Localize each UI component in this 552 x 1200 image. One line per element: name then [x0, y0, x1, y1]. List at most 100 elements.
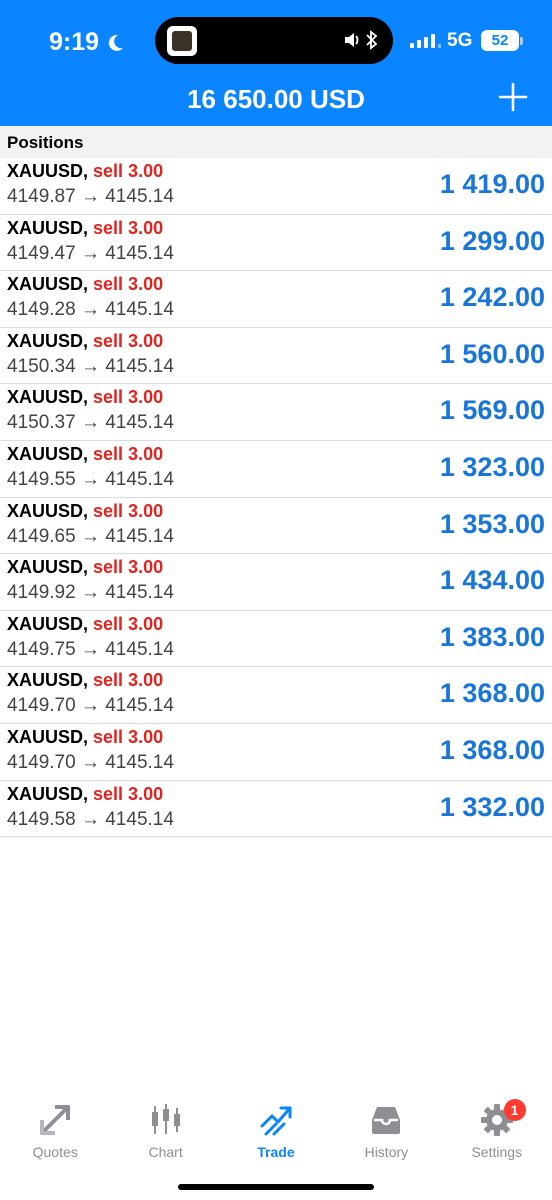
position-side: sell 3.00 — [93, 726, 164, 747]
position-side: sell 3.00 — [93, 330, 164, 351]
position-profit: 1 332.00 — [439, 791, 545, 822]
app-thumbnail-icon — [167, 26, 197, 56]
tab-history[interactable]: History — [331, 1090, 441, 1170]
position-profit: 1 323.00 — [439, 451, 545, 482]
position-prices: 4149.65 → 4145.14 — [7, 525, 174, 547]
position-row[interactable]: XAUUSD, sell 3.00 4149.87 → 4145.14 1 41… — [0, 158, 552, 215]
position-title: XAUUSD, sell 3.00 — [7, 614, 163, 635]
position-profit: 1 419.00 — [439, 169, 545, 199]
position-prices: 4149.87 → 4145.14 — [7, 186, 174, 207]
position-row[interactable]: XAUUSD, sell 3.00 4149.28 → 4145.14 1 24… — [0, 271, 552, 328]
signal-strength-icon — [410, 32, 441, 48]
position-side: sell 3.00 — [93, 161, 164, 181]
position-symbol: XAUUSD, — [7, 557, 89, 578]
add-order-button[interactable] — [496, 80, 530, 114]
position-side: sell 3.00 — [93, 670, 164, 691]
position-row[interactable]: XAUUSD, sell 3.00 4150.34 → 4145.14 1 56… — [0, 327, 552, 385]
inbox-icon — [372, 1107, 401, 1134]
position-side: sell 3.00 — [93, 613, 164, 634]
position-symbol: XAUUSD, — [7, 613, 89, 634]
position-row[interactable]: XAUUSD, sell 3.00 4149.75 → 4145.14 1 38… — [0, 610, 552, 668]
position-profit: 1 560.00 — [439, 338, 545, 369]
settings-badge: 1 — [503, 1099, 526, 1121]
position-symbol: XAUUSD, — [7, 217, 89, 238]
position-side: sell 3.00 — [93, 557, 164, 578]
position-row[interactable]: XAUUSD, sell 3.00 4149.65 → 4145.14 1 35… — [0, 497, 552, 555]
trade-icon — [260, 1106, 292, 1136]
app-header: 9:19 5G 52 16 650.00 USD — [0, 0, 552, 126]
position-title: XAUUSD, sell 3.00 — [7, 501, 163, 522]
position-symbol: XAUUSD, — [7, 670, 89, 691]
positions-section-header: Positions — [0, 126, 552, 158]
position-profit: 1 383.00 — [439, 621, 545, 652]
position-prices: 4149.92 → 4145.14 — [7, 582, 174, 604]
tab-chart-label: Chart — [148, 1144, 183, 1160]
position-prices: 4150.37 → 4145.14 — [7, 412, 174, 434]
position-prices: 4149.75 → 4145.14 — [7, 638, 174, 660]
position-side: sell 3.00 — [93, 387, 164, 408]
position-side: sell 3.00 — [93, 443, 164, 464]
position-row[interactable]: XAUUSD, sell 3.00 4149.47 → 4145.14 1 29… — [0, 214, 552, 272]
status-time-text: 9:19 — [49, 28, 100, 56]
position-prices: 4149.47 → 4145.14 — [7, 242, 174, 264]
position-row[interactable]: XAUUSD, sell 3.00 4149.70 → 4145.14 1 36… — [0, 723, 552, 781]
position-profit: 1 368.00 — [439, 734, 545, 765]
moon-icon — [108, 34, 124, 51]
position-symbol: XAUUSD, — [7, 726, 89, 747]
position-title: XAUUSD, sell 3.00 — [7, 161, 163, 182]
island-icons — [343, 29, 379, 51]
positions-list: XAUUSD, sell 3.00 4149.87 → 4145.14 1 41… — [0, 158, 552, 838]
position-row[interactable]: XAUUSD, sell 3.00 4149.92 → 4145.14 1 43… — [0, 554, 552, 611]
position-title: XAUUSD, sell 3.00 — [7, 444, 163, 465]
position-profit: 1 434.00 — [439, 565, 545, 596]
dynamic-island — [155, 17, 393, 64]
position-symbol: XAUUSD, — [7, 443, 89, 464]
tab-quotes[interactable]: Quotes — [0, 1090, 110, 1170]
candlestick-icon — [151, 1104, 180, 1134]
position-symbol: XAUUSD, — [7, 274, 89, 295]
position-side: sell 3.00 — [93, 783, 164, 804]
position-title: XAUUSD, sell 3.00 — [7, 331, 163, 352]
position-prices: 4149.58 → 4145.14 — [7, 808, 174, 830]
position-symbol: XAUUSD, — [7, 161, 89, 181]
position-symbol: XAUUSD, — [7, 783, 89, 804]
tab-quotes-label: Quotes — [32, 1144, 78, 1160]
network-type: 5G — [447, 30, 473, 51]
position-row[interactable]: XAUUSD, sell 3.00 4149.58 → 4145.14 1 33… — [0, 780, 552, 838]
battery-cap — [520, 37, 523, 45]
position-prices: 4150.34 → 4145.14 — [7, 355, 174, 377]
position-prices: 4149.70 → 4145.14 — [7, 751, 174, 773]
status-time: 9:19 — [49, 28, 125, 57]
position-side: sell 3.00 — [93, 217, 164, 238]
position-row[interactable]: XAUUSD, sell 3.00 4149.70 → 4145.14 1 36… — [0, 667, 552, 724]
quotes-icon — [40, 1105, 71, 1135]
position-profit: 1 368.00 — [439, 678, 545, 709]
position-profit: 1 353.00 — [439, 508, 545, 539]
position-symbol: XAUUSD, — [7, 387, 89, 408]
position-symbol: XAUUSD, — [7, 500, 89, 521]
position-title: XAUUSD, sell 3.00 — [7, 218, 163, 239]
tab-trade[interactable]: Trade — [221, 1090, 331, 1170]
position-prices: 4149.28 → 4145.14 — [7, 299, 174, 321]
position-title: XAUUSD, sell 3.00 — [7, 670, 163, 691]
position-prices: 4149.55 → 4145.14 — [7, 468, 174, 490]
position-profit: 1 242.00 — [439, 282, 545, 313]
tab-settings-label: Settings — [471, 1144, 523, 1160]
account-balance: 16 650.00 USD — [187, 84, 365, 114]
position-title: XAUUSD, sell 3.00 — [7, 557, 163, 578]
position-row[interactable]: XAUUSD, sell 3.00 4149.55 → 4145.14 1 32… — [0, 440, 552, 498]
speaker-icon — [345, 33, 359, 47]
position-symbol: XAUUSD, — [7, 330, 89, 351]
home-indicator[interactable] — [178, 1184, 374, 1190]
position-side: sell 3.00 — [93, 500, 164, 521]
position-profit: 1 299.00 — [439, 225, 545, 256]
position-side: sell 3.00 — [93, 274, 164, 295]
tab-settings[interactable]: 1 Settings — [442, 1090, 552, 1170]
tab-trade-label: Trade — [257, 1144, 295, 1160]
position-row[interactable]: XAUUSD, sell 3.00 4150.37 → 4145.14 1 56… — [0, 384, 552, 441]
bluetooth-icon — [366, 30, 378, 50]
tab-chart[interactable]: Chart — [110, 1090, 220, 1170]
position-prices: 4149.70 → 4145.14 — [7, 695, 174, 717]
position-title: XAUUSD, sell 3.00 — [7, 387, 163, 408]
tab-history-label: History — [364, 1144, 409, 1160]
